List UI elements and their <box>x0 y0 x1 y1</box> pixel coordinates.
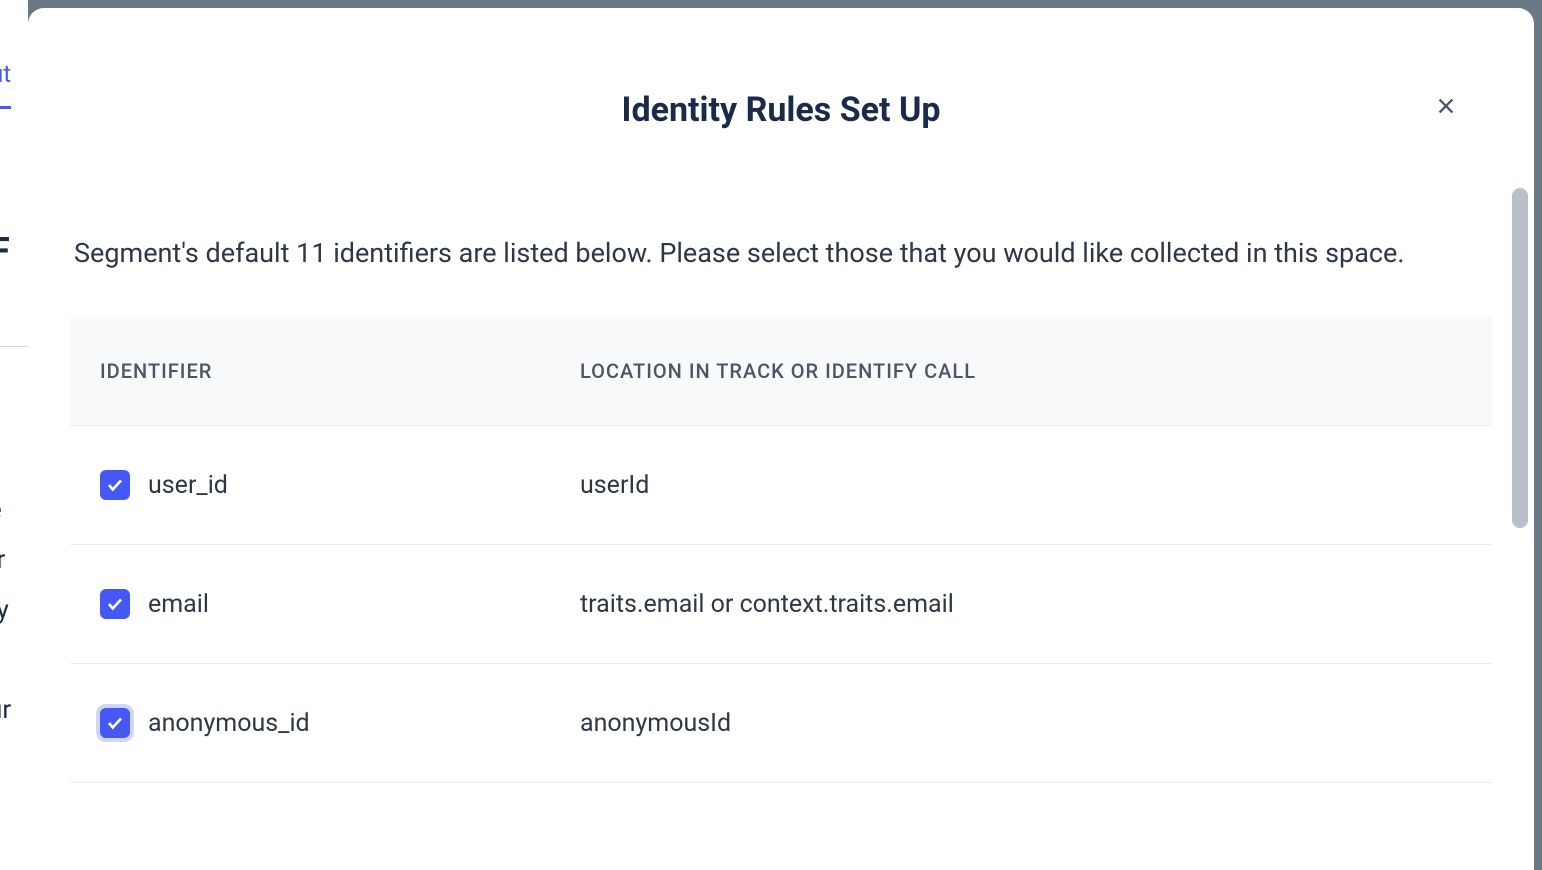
column-header-identifier: IDENTIFIER <box>100 359 580 383</box>
location-cell: anonymousId <box>580 709 1462 738</box>
table-row: email traits.email or context.traits.emai… <box>70 545 1492 664</box>
identifier-cell: user_id <box>100 470 580 500</box>
modal-description: Segment's default 11 identifiers are lis… <box>70 230 1492 277</box>
background-heading-fragment: F <box>0 230 10 272</box>
location-cell: traits.email or context.traits.email <box>580 590 1462 619</box>
background-text-fragment: e <box>0 495 2 525</box>
close-icon <box>1435 95 1457 117</box>
modal-content: Segment's default 11 identifiers are lis… <box>28 130 1534 862</box>
scrollbar-thumb[interactable] <box>1512 188 1528 528</box>
check-icon <box>106 595 124 613</box>
background-text-fragment: tr <box>0 545 5 575</box>
background-tab-fragment: ut <box>0 60 11 109</box>
check-icon <box>106 714 124 732</box>
identifier-cell: email <box>100 589 580 619</box>
background-text-fragment: ty <box>0 595 9 625</box>
table-row: user_id userId <box>70 426 1492 545</box>
identifier-checkbox[interactable] <box>100 589 130 619</box>
identifiers-table: IDENTIFIER LOCATION IN TRACK OR IDENTIFY… <box>70 317 1492 783</box>
table-header: IDENTIFIER LOCATION IN TRACK OR IDENTIFY… <box>70 317 1492 426</box>
modal-title: Identity Rules Set Up <box>28 8 1534 130</box>
identifier-cell: anonymous_id <box>100 708 580 738</box>
identifier-name: anonymous_id <box>148 709 310 738</box>
identity-rules-modal: Identity Rules Set Up Segment's default … <box>28 8 1534 870</box>
column-header-location: LOCATION IN TRACK OR IDENTIFY CALL <box>580 359 1462 383</box>
background-page: ut F e tr ty ur <box>0 0 28 870</box>
identifier-name: email <box>148 590 209 619</box>
location-cell: userId <box>580 471 1462 500</box>
close-button[interactable] <box>1430 90 1462 122</box>
background-divider <box>0 346 28 347</box>
identifier-checkbox[interactable] <box>100 470 130 500</box>
identifier-name: user_id <box>148 471 228 500</box>
table-row: anonymous_id anonymousId <box>70 664 1492 783</box>
background-text-fragment: ur <box>0 695 11 725</box>
identifier-checkbox[interactable] <box>100 708 130 738</box>
check-icon <box>106 476 124 494</box>
scrollbar-track[interactable] <box>1512 188 1528 870</box>
